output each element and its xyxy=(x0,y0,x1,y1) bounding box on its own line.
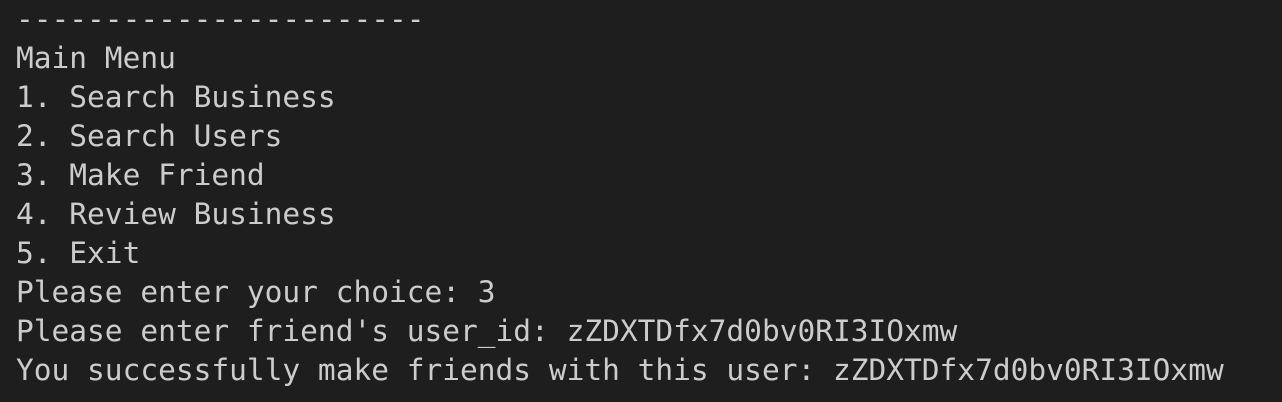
success-message[interactable]: You successfully make friends with this … xyxy=(16,351,1282,390)
terminal-output: ----------------------- Main Menu 1. Sea… xyxy=(0,0,1282,402)
user-id-prompt: Please enter friend's user_id: zZDXTDfx7… xyxy=(16,314,958,348)
separator-line: ----------------------- xyxy=(16,2,425,36)
menu-option-make-friend: 3. Make Friend xyxy=(16,158,265,192)
menu-option-search-users: 2. Search Users xyxy=(16,119,283,153)
menu-option-exit: 5. Exit xyxy=(16,236,141,270)
menu-option-search-business: 1. Search Business xyxy=(16,80,336,114)
menu-title: Main Menu xyxy=(16,41,176,75)
choice-prompt: Please enter your choice: 3 xyxy=(16,275,496,309)
menu-option-review-business: 4. Review Business xyxy=(16,197,336,231)
